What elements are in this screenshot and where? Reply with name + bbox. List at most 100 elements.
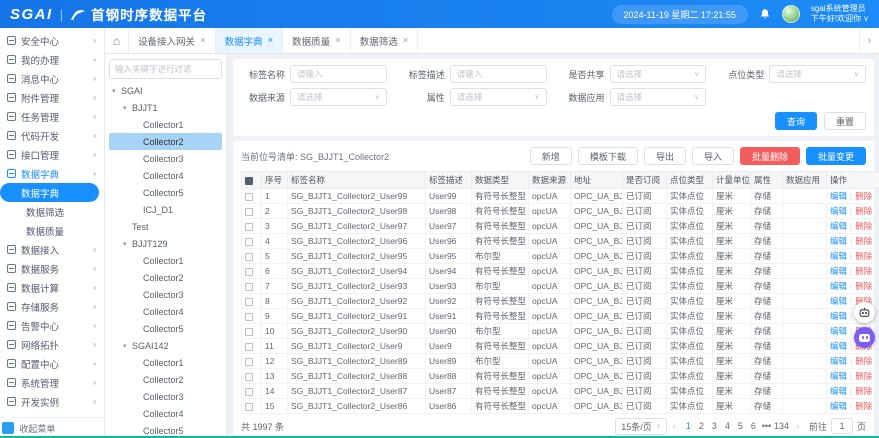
tree-node-15[interactable]: ▾SGAI142 — [109, 337, 222, 354]
batch-update-button[interactable]: 批量变更 — [806, 147, 866, 165]
tab-2[interactable]: 数据质量× — [283, 28, 351, 53]
row-checkbox[interactable] — [245, 358, 253, 366]
prev-page-icon[interactable]: ‹ — [671, 421, 678, 431]
tab-3[interactable]: 数据筛选× — [351, 28, 419, 53]
tab-0[interactable]: 设备接入网关× — [129, 28, 216, 53]
reset-button[interactable]: 重置 — [824, 112, 866, 130]
filter-select[interactable]: 请选择∨ — [769, 65, 866, 83]
user-avatar[interactable] — [782, 5, 800, 23]
edit-link[interactable]: 编辑 — [830, 281, 847, 291]
sidebar-item-16[interactable]: 开发实例∨ — [0, 392, 104, 411]
sidebar-item-10[interactable]: 数据计算∨ — [0, 278, 104, 297]
batch-delete-button[interactable]: 批量删除 — [740, 147, 800, 165]
tree-node-9[interactable]: ▾BJJT129 — [109, 235, 222, 252]
next-page-icon[interactable]: › — [794, 421, 801, 431]
edit-link[interactable]: 编辑 — [830, 326, 847, 336]
sidebar-item-4[interactable]: 任务管理∨ — [0, 107, 104, 126]
sidebar-item-3[interactable]: 附件管理∨ — [0, 88, 104, 107]
edit-link[interactable]: 编辑 — [830, 266, 847, 276]
template-download-button[interactable]: 模板下载 — [578, 147, 638, 165]
sidebar-item-1[interactable]: 我的办理∨ — [0, 50, 104, 69]
sidebar-item-5[interactable]: 代码开发∨ — [0, 126, 104, 145]
edit-link[interactable]: 编辑 — [830, 296, 847, 306]
tree-node-1[interactable]: ▾BJJT1 — [109, 99, 222, 116]
sidebar-subitem-1[interactable]: 数据筛选 — [0, 202, 104, 221]
row-checkbox[interactable] — [245, 238, 253, 246]
filter-input[interactable]: 请输入 — [450, 65, 547, 83]
close-icon[interactable]: × — [403, 35, 409, 46]
sidebar-subitem-2[interactable]: 数据质量 — [0, 221, 104, 240]
add-button[interactable]: 新增 — [530, 147, 572, 165]
tree-node-17[interactable]: Collector2 — [109, 371, 222, 388]
filter-select[interactable]: 请选择∨ — [610, 88, 707, 106]
page-size-select[interactable]: 15条/页 ∨ — [615, 418, 667, 435]
tree-node-5[interactable]: Collector4 — [109, 167, 222, 184]
close-icon[interactable]: × — [200, 35, 206, 46]
tree-node-12[interactable]: Collector3 — [109, 286, 222, 303]
delete-link[interactable]: 删除 — [855, 386, 872, 396]
sidebar-item-8[interactable]: 数据接入∨ — [0, 240, 104, 259]
sidebar-item-13[interactable]: 网络拓扑∨ — [0, 335, 104, 354]
tree-node-18[interactable]: Collector3 — [109, 388, 222, 405]
row-checkbox[interactable] — [245, 208, 253, 216]
user-info[interactable]: sgai系统管理员 下午好!欢迎你∨ — [811, 4, 869, 25]
edit-link[interactable]: 编辑 — [830, 236, 847, 246]
page-number-6[interactable]: 6 — [747, 418, 760, 434]
row-checkbox[interactable] — [245, 373, 253, 381]
filter-select[interactable]: 请选择∨ — [610, 65, 707, 83]
delete-link[interactable]: 删除 — [855, 281, 872, 291]
delete-link[interactable]: 删除 — [855, 206, 872, 216]
row-checkbox[interactable] — [245, 313, 253, 321]
notification-bell-icon[interactable] — [759, 8, 771, 20]
sidebar-item-2[interactable]: 消息中心∨ — [0, 69, 104, 88]
tab-scroll-right-icon[interactable]: › — [859, 28, 879, 53]
import-button[interactable]: 导入 — [692, 147, 734, 165]
edit-link[interactable]: 编辑 — [830, 341, 847, 351]
sidebar-item-0[interactable]: 安全中心∨ — [0, 31, 104, 50]
edit-link[interactable]: 编辑 — [830, 206, 847, 216]
sidebar-item-9[interactable]: 数据服务∨ — [0, 259, 104, 278]
sidebar-collapse-button[interactable]: |« 收起菜单 — [0, 417, 104, 438]
page-number-3[interactable]: 3 — [708, 418, 721, 434]
tree-node-6[interactable]: Collector5 — [109, 184, 222, 201]
tree-node-4[interactable]: Collector3 — [109, 150, 222, 167]
row-checkbox[interactable] — [245, 328, 253, 336]
tree-node-3[interactable]: Collector2 — [109, 133, 222, 150]
filter-input[interactable]: 请输入 — [290, 65, 387, 83]
tree-node-11[interactable]: Collector2 — [109, 269, 222, 286]
tree-node-2[interactable]: Collector1 — [109, 116, 222, 133]
tree-node-19[interactable]: Collector4 — [109, 405, 222, 422]
delete-link[interactable]: 删除 — [855, 266, 872, 276]
sidebar-item-11[interactable]: 存储服务∨ — [0, 297, 104, 316]
tree-search-input[interactable]: 输入关键字进行过滤 — [109, 59, 222, 79]
row-checkbox[interactable] — [245, 283, 253, 291]
sidebar-item-6[interactable]: 接口管理∨ — [0, 145, 104, 164]
delete-link[interactable]: 删除 — [855, 236, 872, 246]
edit-link[interactable]: 编辑 — [830, 356, 847, 366]
sidebar-item-12[interactable]: 告警中心∨ — [0, 316, 104, 335]
row-checkbox[interactable] — [245, 388, 253, 396]
page-number-5[interactable]: 5 — [734, 418, 747, 434]
close-icon[interactable]: × — [268, 35, 274, 46]
row-checkbox[interactable] — [245, 253, 253, 261]
page-number-4[interactable]: 4 — [721, 418, 734, 434]
select-all-checkbox[interactable] — [245, 177, 253, 185]
row-checkbox[interactable] — [245, 268, 253, 276]
page-number-2[interactable]: 2 — [695, 418, 708, 434]
tree-node-10[interactable]: Collector1 — [109, 252, 222, 269]
filter-select[interactable]: 请选择∨ — [450, 88, 547, 106]
sidebar-item-14[interactable]: 配置中心∨ — [0, 354, 104, 373]
goto-page-input[interactable]: 1 — [831, 418, 853, 434]
ai-assistant-button[interactable] — [854, 327, 875, 348]
edit-link[interactable]: 编辑 — [830, 311, 847, 321]
row-checkbox[interactable] — [245, 403, 253, 411]
delete-link[interactable]: 删除 — [855, 191, 872, 201]
feedback-button[interactable] — [854, 302, 875, 323]
delete-link[interactable]: 删除 — [855, 356, 872, 366]
tree-node-0[interactable]: ▾SGAI — [109, 82, 222, 99]
edit-link[interactable]: 编辑 — [830, 401, 847, 411]
edit-link[interactable]: 编辑 — [830, 251, 847, 261]
delete-link[interactable]: 删除 — [855, 251, 872, 261]
search-button[interactable]: 查询 — [775, 112, 817, 130]
filter-select[interactable]: 请选择∨ — [290, 88, 387, 106]
